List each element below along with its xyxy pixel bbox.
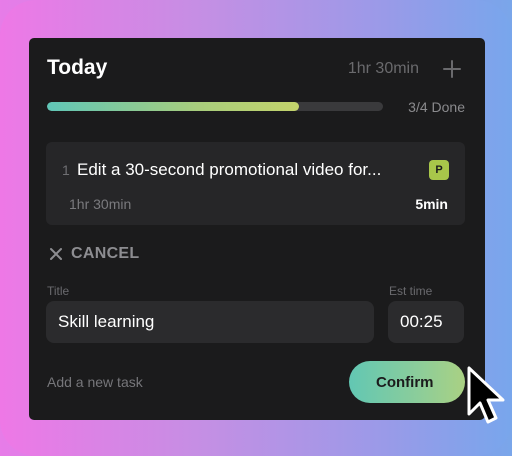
task-card[interactable]: 1 Edit a 30-second promotional video for…	[46, 142, 465, 225]
panel-header: Today 1hr 30min	[47, 56, 467, 82]
task-elapsed: 5min	[415, 196, 448, 212]
close-icon	[50, 248, 62, 260]
time-field-label: Est time	[389, 284, 433, 298]
page-title: Today	[47, 56, 108, 79]
progress-label: 3/4 Done	[408, 99, 465, 115]
est-time-input[interactable]	[388, 301, 464, 343]
today-panel: Today 1hr 30min 3/4 Done 1 Edit a 30-sec…	[29, 38, 505, 424]
task-title: Edit a 30-second promotional video for..…	[77, 160, 382, 179]
priority-badge: P	[429, 160, 449, 180]
progress-fill	[47, 102, 299, 111]
add-new-task-link[interactable]: Add a new task	[47, 374, 143, 390]
cancel-button[interactable]: CANCEL	[49, 244, 139, 264]
title-field-label: Title	[47, 284, 70, 298]
cursor-icon	[467, 366, 505, 424]
cancel-label: CANCEL	[71, 245, 140, 262]
confirm-button[interactable]: Confirm	[349, 361, 465, 403]
total-duration: 1hr 30min	[347, 60, 419, 77]
title-input[interactable]	[46, 301, 374, 343]
plus-icon[interactable]	[443, 60, 461, 78]
task-estimate: 1hr 30min	[69, 196, 132, 212]
task-index: 1	[62, 162, 70, 178]
progress-bar	[47, 102, 383, 111]
gradient-frame: Today 1hr 30min 3/4 Done 1 Edit a 30-sec…	[0, 0, 512, 456]
